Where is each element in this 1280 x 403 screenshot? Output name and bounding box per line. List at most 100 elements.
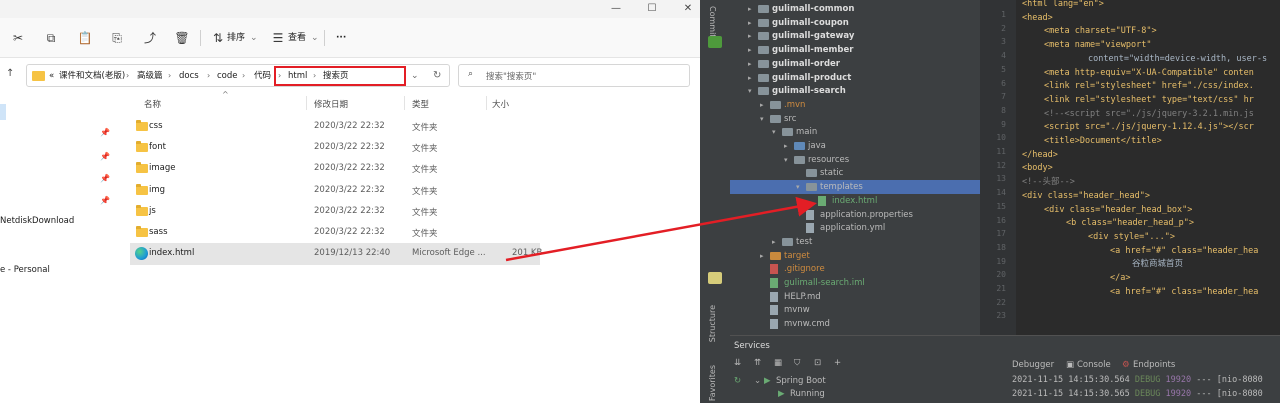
expand-all-icon[interactable]: ⇊ — [734, 358, 741, 368]
file-row[interactable]: img 2020/3/22 22:32 文件夹 — [130, 180, 540, 202]
file-row[interactable]: js 2020/3/22 22:32 文件夹 — [130, 201, 540, 223]
layout-icon[interactable]: ⊡ — [814, 358, 821, 368]
tab-endpoints[interactable]: Endpoints — [1133, 360, 1175, 370]
tree-node[interactable]: mvnw.cmd — [730, 317, 980, 331]
breadcrumb-item[interactable]: 高级篇 — [137, 69, 163, 83]
more-button[interactable]: ··· — [336, 31, 346, 45]
collapsed-arrow-icon[interactable]: ▸ — [748, 71, 752, 85]
column-header-name[interactable]: 名称 — [144, 98, 161, 110]
file-row[interactable]: index.html 2019/12/13 22:40 Microsoft Edge… — [130, 243, 542, 266]
tree-node[interactable]: ▾ templates — [730, 180, 980, 195]
breadcrumb-chevron-icon[interactable]: › — [168, 69, 171, 83]
tree-node[interactable]: ▸ java — [730, 139, 980, 153]
tab-console[interactable]: Console — [1077, 360, 1111, 370]
maximize-button[interactable]: ☐ — [641, 2, 663, 16]
tree-node[interactable]: ▸ gulimall-gateway — [730, 29, 980, 43]
collapsed-arrow-icon[interactable]: ▸ — [748, 57, 752, 71]
tree-node[interactable]: static — [730, 166, 980, 180]
copy-icon[interactable]: ⧉ — [43, 30, 59, 46]
pin-icon[interactable]: 📌 — [100, 128, 110, 137]
tree-node[interactable]: ▸ test — [730, 235, 980, 249]
tree-node[interactable]: ▸ .mvn — [730, 98, 980, 112]
tree-node[interactable]: ▾ src — [730, 112, 980, 126]
expanded-arrow-icon[interactable]: ▾ — [760, 112, 764, 126]
tree-node[interactable]: ▸ gulimall-member — [730, 43, 980, 57]
expanded-arrow-icon[interactable]: ▾ — [772, 125, 776, 139]
breadcrumb-item[interactable]: docs — [179, 69, 199, 83]
collapsed-arrow-icon[interactable]: ▸ — [760, 98, 764, 112]
service-spring-boot[interactable]: Spring Boot — [776, 376, 826, 386]
view-button[interactable]: 查看 — [288, 31, 306, 45]
breadcrumb-overflow[interactable]: « — [49, 69, 54, 83]
pin-icon[interactable]: 📌 — [100, 152, 110, 161]
up-arrow-icon[interactable]: ↑ — [6, 68, 14, 79]
rerun-icon[interactable]: ↻ — [734, 376, 741, 386]
tree-node[interactable]: application.properties — [730, 208, 980, 222]
structure-tab[interactable]: Structure — [708, 305, 717, 342]
tree-node[interactable]: ▸ gulimall-common — [730, 2, 980, 16]
file-row[interactable]: sass 2020/3/22 22:32 文件夹 — [130, 222, 540, 244]
tree-node[interactable]: gulimall-search.iml — [730, 276, 980, 290]
tree-node[interactable]: ▸ gulimall-order — [730, 57, 980, 71]
breadcrumb-item[interactable]: 代码 — [254, 69, 271, 83]
file-row[interactable]: css 2020/3/22 22:32 文件夹 — [130, 116, 540, 138]
collapsed-arrow-icon[interactable]: ▸ — [772, 235, 776, 249]
tree-node[interactable]: ▾ resources — [730, 153, 980, 167]
code-editor[interactable]: <html lang="en"> <head> <meta charset="UTF… — [1016, 0, 1280, 335]
pin-icon[interactable]: 📌 — [100, 174, 110, 183]
expand-arrow-icon[interactable]: ⌄ — [754, 376, 761, 386]
collapsed-arrow-icon[interactable]: ▸ — [748, 43, 752, 57]
tree-node[interactable]: HELP.md — [730, 290, 980, 304]
file-row[interactable]: font 2020/3/22 22:32 文件夹 — [130, 137, 540, 159]
tree-node[interactable]: index.html — [730, 194, 980, 208]
expanded-arrow-icon[interactable]: ▾ — [796, 180, 800, 194]
tree-node[interactable]: ▾ main — [730, 125, 980, 139]
pin-icon[interactable]: 📌 — [100, 196, 110, 205]
file-row[interactable]: image 2020/3/22 22:32 文件夹 — [130, 158, 540, 180]
tree-node[interactable]: ▸ gulimall-product — [730, 71, 980, 85]
minimize-button[interactable]: — — [605, 2, 627, 16]
address-dropdown-icon[interactable]: ⌄ — [411, 69, 419, 83]
sort-icon[interactable]: ⇅ — [210, 30, 226, 46]
collapsed-arrow-icon[interactable]: ▸ — [748, 2, 752, 16]
filter-icon[interactable]: ⛉ — [794, 358, 800, 368]
expanded-arrow-icon[interactable]: ▾ — [784, 153, 788, 167]
close-button[interactable]: ✕ — [677, 2, 699, 16]
tree-node[interactable]: ▸ target — [730, 249, 980, 263]
tree-node[interactable]: ▾ gulimall-search — [730, 84, 980, 98]
favorites-tab[interactable]: Favorites — [708, 365, 717, 401]
commit-tab[interactable]: Commit — [708, 6, 717, 37]
collapsed-arrow-icon[interactable]: ▸ — [748, 16, 752, 30]
collapsed-arrow-icon[interactable]: ▸ — [748, 29, 752, 43]
nav-item-netdisk[interactable]: NetdiskDownload — [0, 216, 74, 226]
add-service-icon[interactable]: + — [834, 358, 841, 368]
nav-item-personal[interactable]: e - Personal — [0, 265, 50, 275]
service-running[interactable]: Running — [790, 389, 825, 399]
breadcrumb-item[interactable]: 课件和文档(老版) — [59, 69, 125, 83]
delete-icon[interactable]: 🗑 — [174, 30, 190, 46]
column-header-date[interactable]: 修改日期 — [314, 98, 348, 110]
collapsed-arrow-icon[interactable]: ▸ — [760, 249, 764, 263]
tree-node[interactable]: application.yml — [730, 221, 980, 235]
tree-node[interactable]: mvnw — [730, 303, 980, 317]
sticky-note-icon[interactable] — [708, 272, 722, 284]
project-icon[interactable] — [708, 36, 722, 48]
tab-debugger[interactable]: Debugger — [1012, 360, 1054, 370]
search-input[interactable]: ⌕ 搜索"搜索页" — [458, 64, 690, 87]
sort-button[interactable]: 排序 — [227, 31, 245, 45]
share-icon[interactable]: ⤴ — [142, 30, 158, 46]
rename-icon[interactable]: ⎘ — [109, 30, 125, 46]
expanded-arrow-icon[interactable]: ▾ — [748, 84, 752, 98]
column-header-type[interactable]: 类型 — [412, 98, 429, 110]
breadcrumb-item[interactable]: code — [217, 69, 238, 83]
column-header-size[interactable]: 大小 — [492, 98, 509, 110]
view-icon[interactable]: ☰ — [270, 30, 286, 46]
tree-node[interactable]: ▸ gulimall-coupon — [730, 16, 980, 30]
breadcrumb-chevron-icon[interactable]: › — [126, 69, 129, 83]
tree-node[interactable]: .gitignore — [730, 262, 980, 276]
cut-icon[interactable]: ✂ — [10, 30, 26, 46]
breadcrumb-chevron-icon[interactable]: › — [207, 69, 210, 83]
paste-icon[interactable]: 📋 — [77, 30, 93, 46]
collapse-all-icon[interactable]: ⇈ — [754, 358, 761, 368]
group-icon[interactable]: ▦ — [774, 358, 782, 368]
